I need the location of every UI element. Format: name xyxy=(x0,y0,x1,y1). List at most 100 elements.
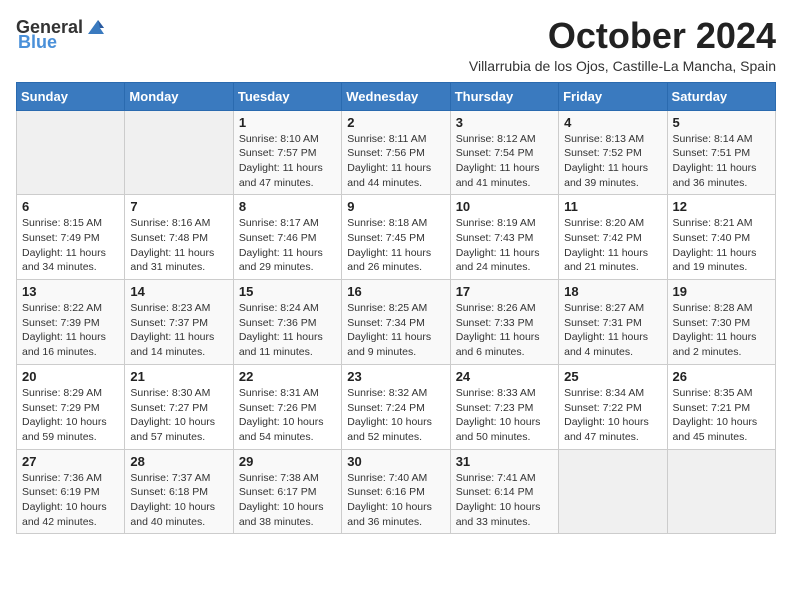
day-number: 20 xyxy=(22,369,119,384)
calendar-day-cell: 15Sunrise: 8:24 AMSunset: 7:36 PMDayligh… xyxy=(233,280,341,365)
calendar-week-row: 1 Sunrise: 8:10 AMSunset: 7:57 PMDaylight… xyxy=(17,110,776,195)
day-info: Sunrise: 8:30 AMSunset: 7:27 PMDaylight:… xyxy=(130,386,227,445)
day-info: Sunrise: 7:38 AMSunset: 6:17 PMDaylight:… xyxy=(239,471,336,530)
calendar-day-cell: 21 Sunrise: 8:30 AMSunset: 7:27 PMDayligh… xyxy=(125,364,233,449)
calendar-day-cell xyxy=(17,110,125,195)
day-info: Sunrise: 8:15 AMSunset: 7:49 PMDaylight:… xyxy=(22,216,119,275)
calendar-week-row: 20Sunrise: 8:29 AMSunset: 7:29 PMDayligh… xyxy=(17,364,776,449)
day-info: Sunrise: 8:10 AMSunset: 7:57 PMDaylight:… xyxy=(239,132,336,191)
calendar-header-saturday: Saturday xyxy=(667,82,775,110)
calendar-day-cell: 23 Sunrise: 8:32 AMSunset: 7:24 PMDayligh… xyxy=(342,364,450,449)
calendar-day-cell: 12 Sunrise: 8:21 AMSunset: 7:40 PMDayligh… xyxy=(667,195,775,280)
day-info: Sunrise: 8:35 AMSunset: 7:21 PMDaylight:… xyxy=(673,386,770,445)
day-info: Sunrise: 7:40 AMSunset: 6:16 PMDaylight:… xyxy=(347,471,444,530)
day-number: 3 xyxy=(456,115,553,130)
day-info: Sunrise: 8:19 AMSunset: 7:43 PMDaylight:… xyxy=(456,216,553,275)
calendar-day-cell: 6Sunrise: 8:15 AMSunset: 7:49 PMDaylight… xyxy=(17,195,125,280)
title-section: October 2024 Villarrubia de los Ojos, Ca… xyxy=(469,16,776,74)
day-number: 2 xyxy=(347,115,444,130)
calendar-week-row: 13 Sunrise: 8:22 AMSunset: 7:39 PMDayligh… xyxy=(17,280,776,365)
page-header: General Blue October 2024 Villarrubia de… xyxy=(16,16,776,74)
calendar-day-cell: 20Sunrise: 8:29 AMSunset: 7:29 PMDayligh… xyxy=(17,364,125,449)
calendar-day-cell: 8 Sunrise: 8:17 AMSunset: 7:46 PMDaylight… xyxy=(233,195,341,280)
day-info: Sunrise: 8:25 AMSunset: 7:34 PMDaylight:… xyxy=(347,301,444,360)
calendar-day-cell: 25 Sunrise: 8:34 AMSunset: 7:22 PMDayligh… xyxy=(559,364,667,449)
calendar-day-cell: 31 Sunrise: 7:41 AMSunset: 6:14 PMDayligh… xyxy=(450,449,558,534)
day-info: Sunrise: 8:27 AMSunset: 7:31 PMDaylight:… xyxy=(564,301,661,360)
day-info: Sunrise: 8:21 AMSunset: 7:40 PMDaylight:… xyxy=(673,216,770,275)
calendar-day-cell: 2 Sunrise: 8:11 AMSunset: 7:56 PMDaylight… xyxy=(342,110,450,195)
calendar-day-cell: 28 Sunrise: 7:37 AMSunset: 6:18 PMDayligh… xyxy=(125,449,233,534)
calendar-day-cell: 3 Sunrise: 8:12 AMSunset: 7:54 PMDaylight… xyxy=(450,110,558,195)
day-info: Sunrise: 8:24 AMSunset: 7:36 PMDaylight:… xyxy=(239,301,336,360)
day-info: Sunrise: 8:13 AMSunset: 7:52 PMDaylight:… xyxy=(564,132,661,191)
day-number: 18 xyxy=(564,284,661,299)
day-number: 11 xyxy=(564,199,661,214)
calendar-day-cell: 9Sunrise: 8:18 AMSunset: 7:45 PMDaylight… xyxy=(342,195,450,280)
month-title: October 2024 xyxy=(469,16,776,56)
day-number: 5 xyxy=(673,115,770,130)
day-info: Sunrise: 8:18 AMSunset: 7:45 PMDaylight:… xyxy=(347,216,444,275)
calendar-week-row: 6Sunrise: 8:15 AMSunset: 7:49 PMDaylight… xyxy=(17,195,776,280)
day-number: 10 xyxy=(456,199,553,214)
day-number: 28 xyxy=(130,454,227,469)
day-info: Sunrise: 8:22 AMSunset: 7:39 PMDaylight:… xyxy=(22,301,119,360)
day-number: 23 xyxy=(347,369,444,384)
day-info: Sunrise: 8:12 AMSunset: 7:54 PMDaylight:… xyxy=(456,132,553,191)
day-number: 12 xyxy=(673,199,770,214)
calendar-day-cell: 18 Sunrise: 8:27 AMSunset: 7:31 PMDayligh… xyxy=(559,280,667,365)
calendar-day-cell: 13 Sunrise: 8:22 AMSunset: 7:39 PMDayligh… xyxy=(17,280,125,365)
day-number: 16 xyxy=(347,284,444,299)
calendar-day-cell: 30 Sunrise: 7:40 AMSunset: 6:16 PMDayligh… xyxy=(342,449,450,534)
calendar-header-tuesday: Tuesday xyxy=(233,82,341,110)
calendar-day-cell: 1 Sunrise: 8:10 AMSunset: 7:57 PMDaylight… xyxy=(233,110,341,195)
day-number: 25 xyxy=(564,369,661,384)
day-info: Sunrise: 8:31 AMSunset: 7:26 PMDaylight:… xyxy=(239,386,336,445)
calendar-day-cell: 4Sunrise: 8:13 AMSunset: 7:52 PMDaylight… xyxy=(559,110,667,195)
day-info: Sunrise: 8:28 AMSunset: 7:30 PMDaylight:… xyxy=(673,301,770,360)
logo: General Blue xyxy=(16,16,106,53)
day-info: Sunrise: 8:32 AMSunset: 7:24 PMDaylight:… xyxy=(347,386,444,445)
location-subtitle: Villarrubia de los Ojos, Castille-La Man… xyxy=(469,58,776,74)
day-info: Sunrise: 7:41 AMSunset: 6:14 PMDaylight:… xyxy=(456,471,553,530)
day-number: 13 xyxy=(22,284,119,299)
day-number: 30 xyxy=(347,454,444,469)
day-info: Sunrise: 8:26 AMSunset: 7:33 PMDaylight:… xyxy=(456,301,553,360)
calendar-day-cell: 16 Sunrise: 8:25 AMSunset: 7:34 PMDayligh… xyxy=(342,280,450,365)
day-info: Sunrise: 8:20 AMSunset: 7:42 PMDaylight:… xyxy=(564,216,661,275)
day-number: 31 xyxy=(456,454,553,469)
calendar-day-cell: 27Sunrise: 7:36 AMSunset: 6:19 PMDayligh… xyxy=(17,449,125,534)
day-number: 27 xyxy=(22,454,119,469)
day-info: Sunrise: 8:14 AMSunset: 7:51 PMDaylight:… xyxy=(673,132,770,191)
day-info: Sunrise: 8:16 AMSunset: 7:48 PMDaylight:… xyxy=(130,216,227,275)
logo-icon xyxy=(84,16,106,38)
day-number: 19 xyxy=(673,284,770,299)
calendar-week-row: 27Sunrise: 7:36 AMSunset: 6:19 PMDayligh… xyxy=(17,449,776,534)
calendar-day-cell xyxy=(125,110,233,195)
calendar-day-cell: 29 Sunrise: 7:38 AMSunset: 6:17 PMDayligh… xyxy=(233,449,341,534)
day-number: 8 xyxy=(239,199,336,214)
calendar-header-row: SundayMondayTuesdayWednesdayThursdayFrid… xyxy=(17,82,776,110)
day-number: 1 xyxy=(239,115,336,130)
calendar-day-cell xyxy=(667,449,775,534)
day-number: 21 xyxy=(130,369,227,384)
day-info: Sunrise: 8:17 AMSunset: 7:46 PMDaylight:… xyxy=(239,216,336,275)
day-info: Sunrise: 8:11 AMSunset: 7:56 PMDaylight:… xyxy=(347,132,444,191)
calendar-day-cell: 24Sunrise: 8:33 AMSunset: 7:23 PMDayligh… xyxy=(450,364,558,449)
calendar-header-wednesday: Wednesday xyxy=(342,82,450,110)
calendar-day-cell: 17Sunrise: 8:26 AMSunset: 7:33 PMDayligh… xyxy=(450,280,558,365)
calendar-table: SundayMondayTuesdayWednesdayThursdayFrid… xyxy=(16,82,776,535)
day-number: 14 xyxy=(130,284,227,299)
day-info: Sunrise: 8:34 AMSunset: 7:22 PMDaylight:… xyxy=(564,386,661,445)
calendar-header-monday: Monday xyxy=(125,82,233,110)
calendar-day-cell: 19 Sunrise: 8:28 AMSunset: 7:30 PMDayligh… xyxy=(667,280,775,365)
calendar-day-cell: 10 Sunrise: 8:19 AMSunset: 7:43 PMDayligh… xyxy=(450,195,558,280)
day-info: Sunrise: 7:37 AMSunset: 6:18 PMDaylight:… xyxy=(130,471,227,530)
logo-blue: Blue xyxy=(18,32,57,53)
calendar-day-cell: 5 Sunrise: 8:14 AMSunset: 7:51 PMDaylight… xyxy=(667,110,775,195)
calendar-day-cell: 26Sunrise: 8:35 AMSunset: 7:21 PMDayligh… xyxy=(667,364,775,449)
day-info: Sunrise: 8:23 AMSunset: 7:37 PMDaylight:… xyxy=(130,301,227,360)
day-info: Sunrise: 8:33 AMSunset: 7:23 PMDaylight:… xyxy=(456,386,553,445)
calendar-day-cell: 14 Sunrise: 8:23 AMSunset: 7:37 PMDayligh… xyxy=(125,280,233,365)
day-number: 29 xyxy=(239,454,336,469)
